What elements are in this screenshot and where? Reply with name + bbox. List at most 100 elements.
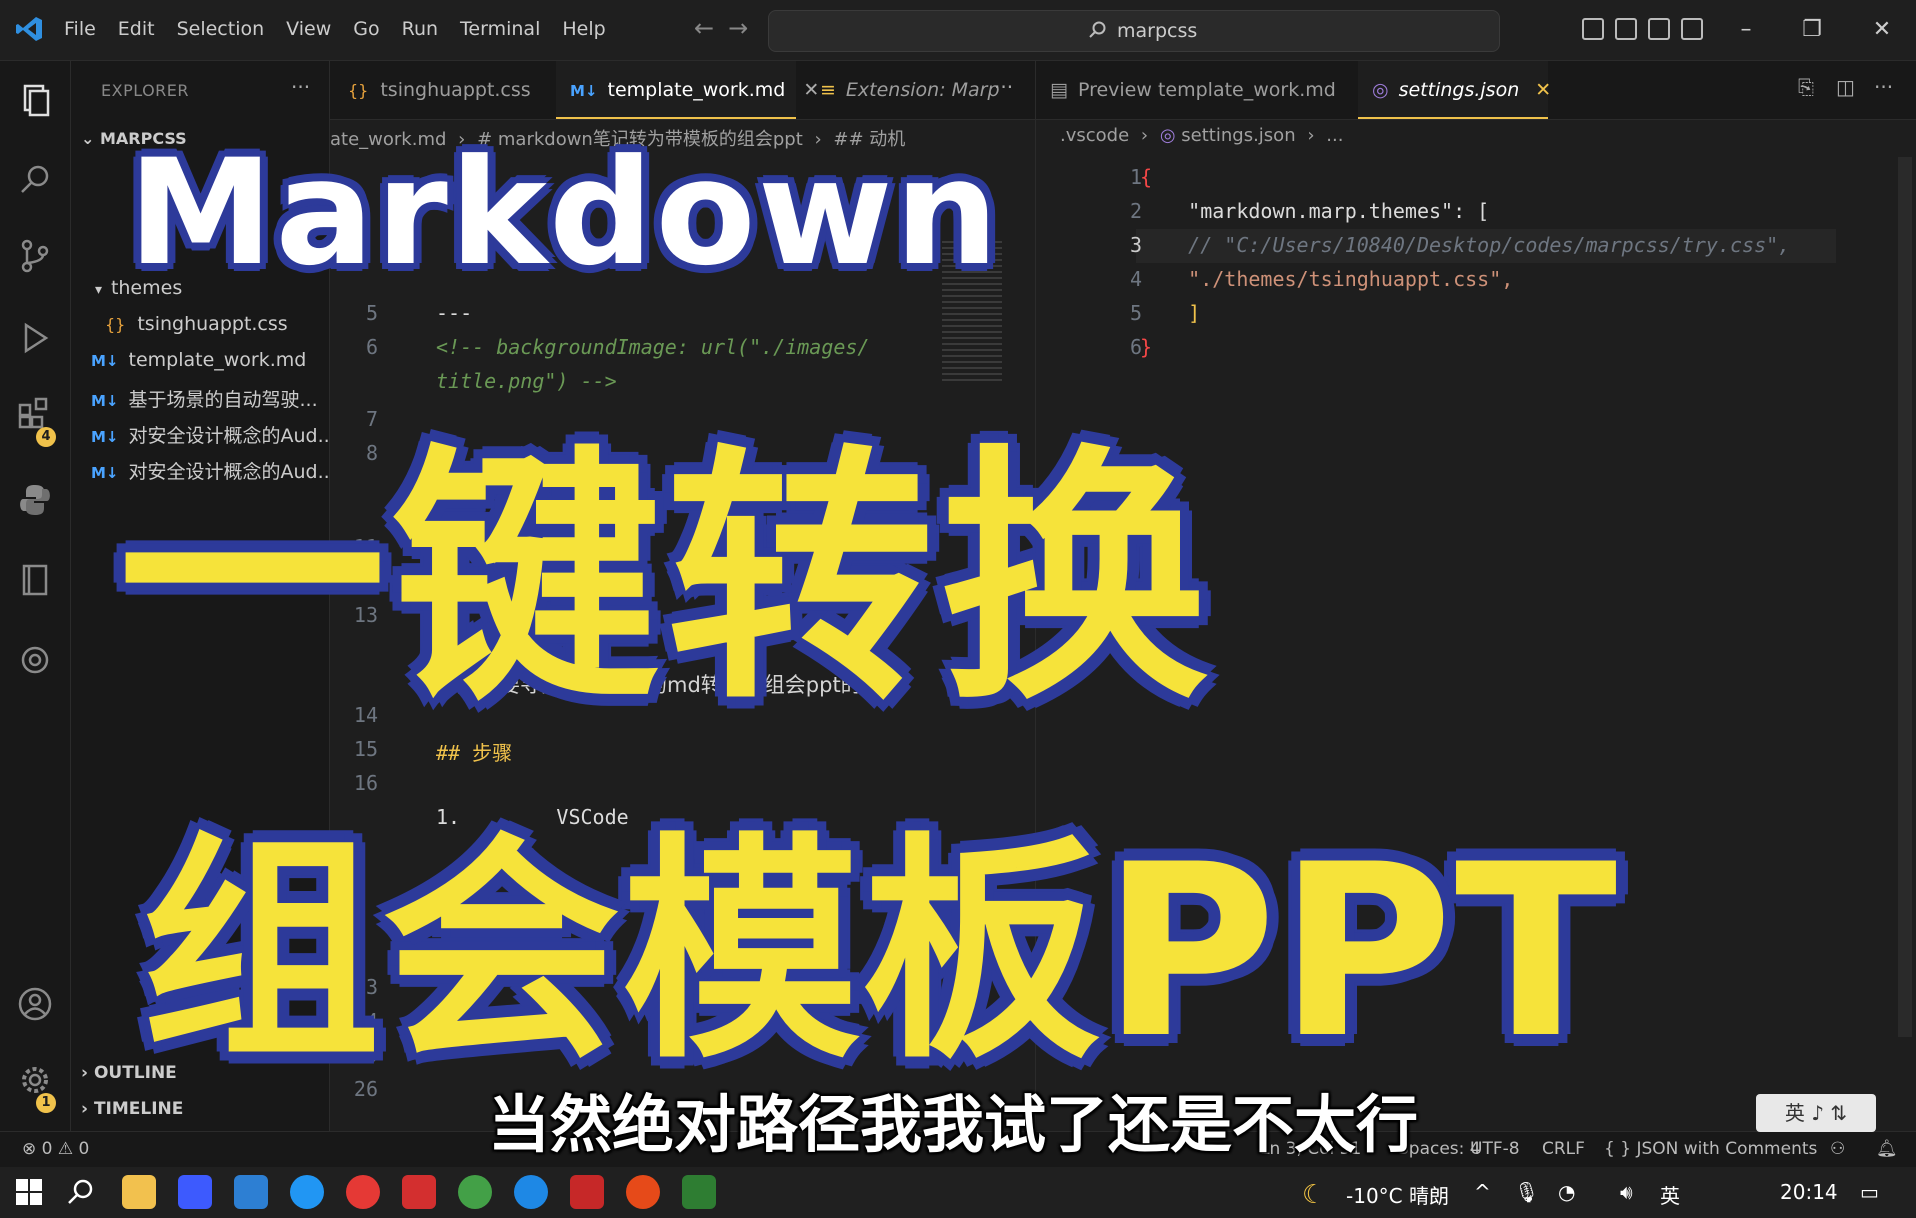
toggle-panel-icon[interactable] <box>1615 18 1637 40</box>
breadcrumb-item[interactable]: settings.json <box>1181 125 1295 146</box>
open-changes-icon[interactable]: ⎘ <box>1798 75 1814 99</box>
python-icon[interactable] <box>16 481 54 519</box>
code-line[interactable]: ] <box>1140 301 1200 325</box>
minimize-icon[interactable]: – <box>1716 10 1776 50</box>
problems-indicator[interactable]: ⊗ 0 ⚠ 0 <box>22 1139 89 1159</box>
action-center-icon[interactable]: ▭ <box>1860 1180 1879 1204</box>
more-actions-icon[interactable]: ··· <box>1874 75 1893 99</box>
end-of-line[interactable]: CRLF <box>1542 1139 1585 1159</box>
restore-icon[interactable]: ❐ <box>1782 10 1842 50</box>
ime-floating-widget[interactable]: 英 ♪ ⇅ <box>1756 1094 1876 1132</box>
weather-text[interactable]: -10°C 晴朗 <box>1346 1180 1449 1209</box>
moon-weather-icon: ☾ <box>1302 1180 1326 1210</box>
menu-file[interactable]: File <box>64 18 96 40</box>
code-line[interactable]: "./themes/tsinghuappt.css", <box>1140 267 1513 291</box>
split-editor-icon[interactable]: ◫ <box>1836 75 1855 99</box>
clock[interactable]: 20:14 <box>1780 1180 1838 1204</box>
title-bar: File Edit Selection View Go Run Terminal… <box>0 0 1916 61</box>
tab-preview-template-work[interactable]: ▤ Preview template_work.md <box>1050 61 1340 119</box>
menu-help[interactable]: Help <box>562 18 605 40</box>
chatgpt-icon[interactable] <box>16 641 54 679</box>
app-icon[interactable] <box>682 1175 716 1209</box>
notebook-icon[interactable] <box>16 561 54 599</box>
vertical-scrollbar[interactable] <box>1898 157 1912 1037</box>
taskbar-search-icon[interactable] <box>64 1175 98 1209</box>
accounts-icon[interactable] <box>16 985 54 1023</box>
breadcrumb-item[interactable]: .vscode <box>1060 125 1129 146</box>
vscode-taskbar-icon[interactable] <box>234 1175 268 1209</box>
menu-terminal[interactable]: Terminal <box>460 18 540 40</box>
code-line[interactable]: <!-- backgroundImage: url("./images/ <box>436 335 869 359</box>
breadcrumb-item[interactable]: ... <box>1326 125 1343 146</box>
notifications-icon[interactable]: 🔔︎ <box>1876 1139 1898 1159</box>
customize-layout-icon[interactable] <box>1681 18 1703 40</box>
volume-icon[interactable]: 🔊︎ <box>1620 1180 1633 1204</box>
run-debug-icon[interactable] <box>16 319 54 357</box>
overlay-title-line3: 组会模板PPT <box>142 814 1620 1091</box>
close-window-icon[interactable]: ✕ <box>1852 10 1912 50</box>
app-icon[interactable] <box>178 1175 212 1209</box>
settings-badge: 1 <box>36 1093 56 1113</box>
tab-extension-marp[interactable]: ≡ Extension: Marp <box>820 61 1000 119</box>
menu-edit[interactable]: Edit <box>118 18 155 40</box>
close-tab-icon[interactable]: ✕ <box>1535 79 1551 101</box>
windows-start-icon[interactable] <box>12 1175 46 1209</box>
more-actions-icon[interactable]: ··· <box>291 75 310 99</box>
code-line[interactable]: --- <box>436 301 472 325</box>
menu-run[interactable]: Run <box>402 18 438 40</box>
overlay-title-markdown: Markdown <box>128 128 1001 298</box>
markdown-file-icon: M↓ <box>570 82 598 100</box>
vscode-logo-icon[interactable] <box>14 14 44 44</box>
explorer-icon[interactable] <box>16 81 54 119</box>
tab-tsinghuappt-css[interactable]: {} tsinghuappt.css <box>348 61 538 119</box>
chevron-down-icon: ⌄ <box>81 129 100 148</box>
code-line[interactable]: } <box>1140 335 1152 359</box>
menu-view[interactable]: View <box>286 18 331 40</box>
language-mode[interactable]: { } JSON with Comments <box>1604 1139 1817 1159</box>
toggle-secondary-sidebar-icon[interactable] <box>1648 18 1670 40</box>
line-number: 1 <box>1129 165 1142 189</box>
line-number: 3 <box>1129 233 1142 257</box>
feishu-icon[interactable] <box>514 1175 548 1209</box>
code-line[interactable]: "markdown.marp.themes": [ <box>1140 199 1489 223</box>
menu-selection[interactable]: Selection <box>177 18 265 40</box>
chevron-right-icon: › <box>81 1063 94 1083</box>
source-control-icon[interactable] <box>16 237 54 275</box>
tree-file-tsinghuappt-css[interactable]: {} tsinghuappt.css <box>105 313 288 335</box>
encoding[interactable]: UTF-8 <box>1470 1139 1520 1159</box>
wps-icon[interactable] <box>402 1175 436 1209</box>
settings-file-icon: ◎ <box>1159 125 1176 146</box>
activity-bar: 4 1 <box>0 61 71 1131</box>
more-actions-icon[interactable]: ··· <box>994 75 1013 99</box>
app-icon[interactable] <box>570 1175 604 1209</box>
line-number: 2 <box>1129 199 1142 223</box>
accounts-status-icon[interactable]: ⚇ <box>1830 1139 1845 1159</box>
wechat-icon[interactable] <box>458 1175 492 1209</box>
music-app-icon[interactable] <box>346 1175 380 1209</box>
line-number: 6 <box>365 335 378 359</box>
extensions-icon[interactable] <box>16 393 54 431</box>
wifi-icon[interactable]: ◔ <box>1558 1180 1575 1204</box>
ime-indicator[interactable]: 英 <box>1660 1180 1680 1209</box>
markdown-file-icon: M↓ <box>91 464 119 482</box>
search-icon[interactable] <box>16 161 54 199</box>
menu-go[interactable]: Go <box>353 18 379 40</box>
toggle-sidebar-icon[interactable] <box>1582 18 1604 40</box>
markdown-file-icon: M↓ <box>91 392 119 410</box>
chevron-right-icon: › <box>1307 125 1315 146</box>
file-explorer-icon[interactable] <box>122 1175 156 1209</box>
tab-template-work-md[interactable]: M↓ template_work.md ✕ <box>556 61 819 119</box>
breadcrumb-right: .vscode › ◎ settings.json › ... <box>1060 125 1343 146</box>
nav-arrows[interactable]: ←→ <box>694 14 762 42</box>
command-center[interactable]: marpcss <box>768 10 1500 52</box>
close-tab-icon[interactable]: ✕ <box>803 79 819 101</box>
browser-icon[interactable] <box>290 1175 324 1209</box>
chevron-up-icon[interactable]: ^ <box>1474 1180 1491 1204</box>
menu-bar: File Edit Selection View Go Run Terminal… <box>64 18 628 40</box>
powerpoint-icon[interactable] <box>626 1175 660 1209</box>
code-line[interactable]: { <box>1140 165 1152 189</box>
microphone-icon[interactable]: 🎙︎ <box>1514 1180 1539 1204</box>
markdown-file-icon: M↓ <box>91 352 119 370</box>
code-line[interactable]: // "C:/Users/10840/Desktop/codes/marpcss… <box>1140 233 1790 257</box>
tab-settings-json[interactable]: ◎ settings.json ✕ <box>1358 61 1551 119</box>
